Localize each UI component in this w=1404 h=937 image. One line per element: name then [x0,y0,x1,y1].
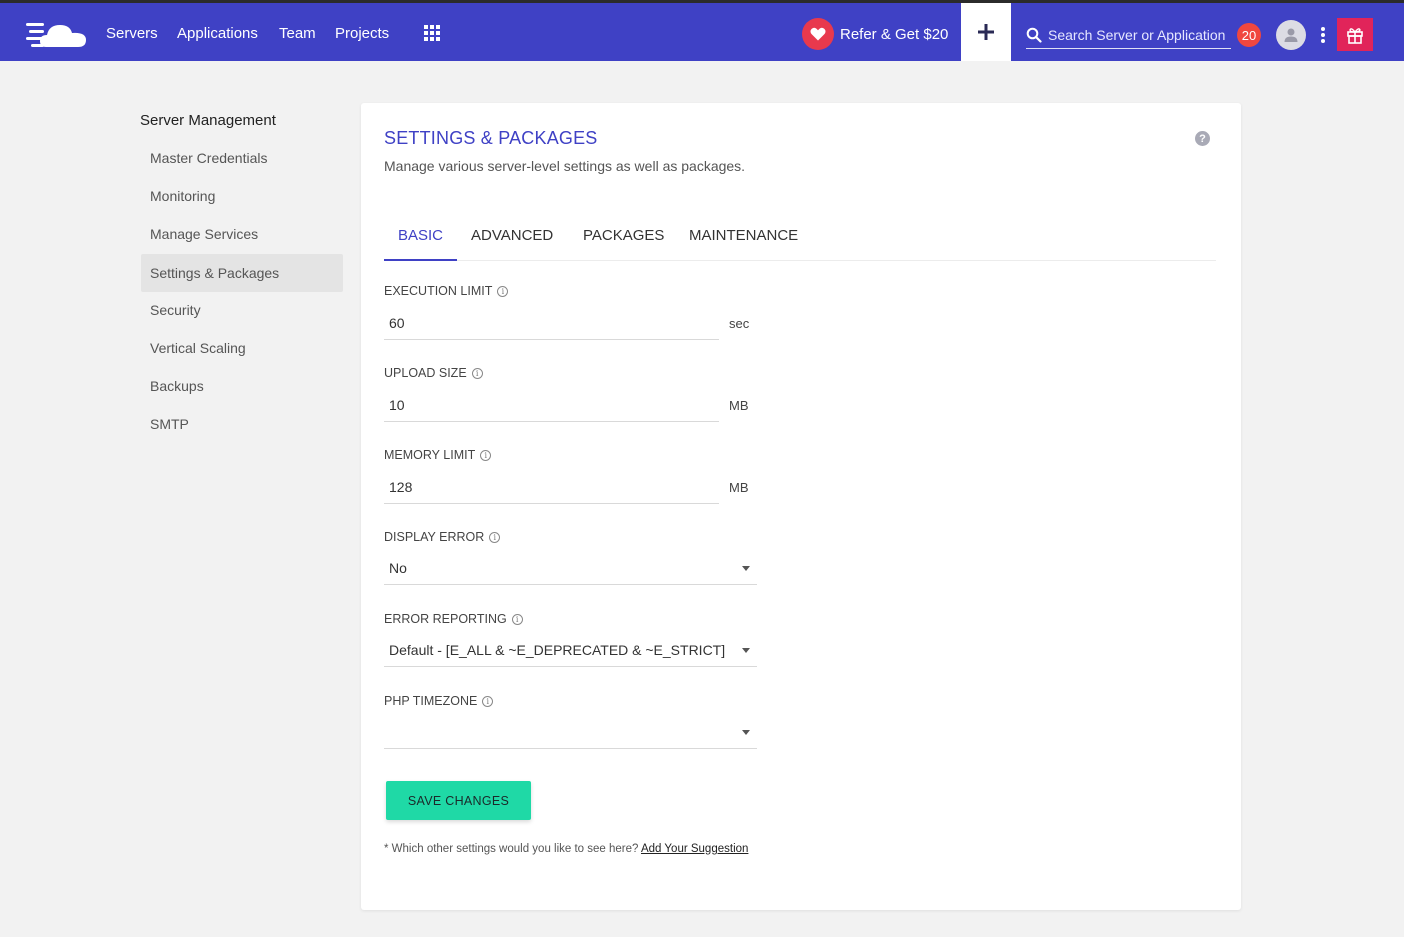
php-timezone-label-text: PHP TIMEZONE [384,694,478,708]
error-reporting-label: ERROR REPORTING i [384,612,523,626]
add-new-button[interactable] [961,3,1011,61]
caret-down-icon [742,648,750,653]
tab-maintenance[interactable]: MAINTENANCE [689,227,798,261]
info-icon[interactable]: i [471,367,483,379]
more-vertical-icon[interactable] [1318,25,1328,45]
execution-limit-input[interactable] [384,306,719,340]
page-subtitle: Manage various server-level settings as … [384,158,746,174]
tab-packages[interactable]: PACKAGES [583,227,664,261]
settings-tabs: BASIC ADVANCED PACKAGES MAINTENANCE [384,218,1216,261]
sidebar-title: Server Management [140,112,276,129]
sidebar-item-monitoring[interactable]: Monitoring [141,177,343,215]
search-icon [1026,27,1042,43]
error-reporting-select[interactable]: Default - [E_ALL & ~E_DEPRECATED & ~E_ST… [384,633,757,667]
user-avatar-icon[interactable] [1276,20,1306,50]
help-icon[interactable]: ? [1195,131,1210,146]
sidebar-item-manage-services[interactable]: Manage Services [141,215,343,253]
memory-limit-label-text: MEMORY LIMIT [384,448,476,462]
nav-applications[interactable]: Applications [177,25,258,42]
save-changes-button[interactable]: SAVE CHANGES [386,781,531,820]
nav-team[interactable]: Team [279,25,316,42]
tab-basic[interactable]: BASIC [384,227,458,261]
error-reporting-value: Default - [E_ALL & ~E_DEPRECATED & ~E_ST… [389,642,726,658]
upload-size-label-text: UPLOAD SIZE [384,366,467,380]
info-icon[interactable]: i [497,285,509,297]
add-suggestion-link[interactable]: Add Your Suggestion [641,843,748,855]
apps-grid-icon[interactable] [424,25,440,41]
execution-limit-unit: sec [729,316,750,331]
suggestion-text: * Which other settings would you like to… [384,843,639,855]
plus-icon [978,24,994,40]
sidebar-item-backups[interactable]: Backups [141,367,343,405]
execution-limit-label-text: EXECUTION LIMIT [384,284,493,298]
display-error-label: DISPLAY ERROR i [384,530,501,544]
tab-advanced[interactable]: ADVANCED [471,227,553,261]
upload-size-unit: MB [729,398,749,413]
sidebar-item-settings-packages[interactable]: Settings & Packages [141,254,343,292]
display-error-select[interactable]: No [384,551,757,585]
nav-projects[interactable]: Projects [335,25,389,42]
execution-limit-label: EXECUTION LIMIT i [384,284,509,298]
upload-size-input[interactable] [384,388,719,422]
memory-limit-input[interactable] [384,470,719,504]
sidebar-item-master-credentials[interactable]: Master Credentials [141,139,343,177]
info-icon[interactable]: i [511,613,523,625]
memory-limit-label: MEMORY LIMIT i [384,448,492,462]
settings-card: SETTINGS & PACKAGES Manage various serve… [361,103,1241,910]
top-navbar: Servers Applications Team Projects Refer… [0,0,1404,61]
sidebar-item-smtp[interactable]: SMTP [141,405,343,443]
heart-icon [802,18,834,50]
info-icon[interactable]: i [480,449,492,461]
error-reporting-label-text: ERROR REPORTING [384,612,507,626]
caret-down-icon [742,566,750,571]
info-icon[interactable]: i [482,695,494,707]
suggestion-note: * Which other settings would you like to… [384,843,748,855]
sidebar-item-vertical-scaling[interactable]: Vertical Scaling [141,329,343,367]
memory-limit-unit: MB [729,480,749,495]
caret-down-icon [742,730,750,735]
search-box[interactable] [1026,21,1231,49]
notification-badge[interactable]: 20 [1237,23,1261,47]
display-error-value: No [389,560,407,576]
php-timezone-select[interactable] [384,715,757,749]
gift-icon[interactable] [1337,18,1373,51]
refer-button[interactable]: Refer & Get $20 [802,18,948,50]
upload-size-label: UPLOAD SIZE i [384,366,483,380]
nav-servers[interactable]: Servers [106,25,158,42]
page-title: SETTINGS & PACKAGES [384,128,598,148]
display-error-label-text: DISPLAY ERROR [384,530,485,544]
search-input[interactable] [1048,26,1228,43]
cloud-logo-icon[interactable] [26,17,88,51]
refer-label: Refer & Get $20 [840,25,949,43]
sidebar-item-security[interactable]: Security [141,291,343,329]
php-timezone-label: PHP TIMEZONE i [384,694,494,708]
info-icon[interactable]: i [489,531,501,543]
